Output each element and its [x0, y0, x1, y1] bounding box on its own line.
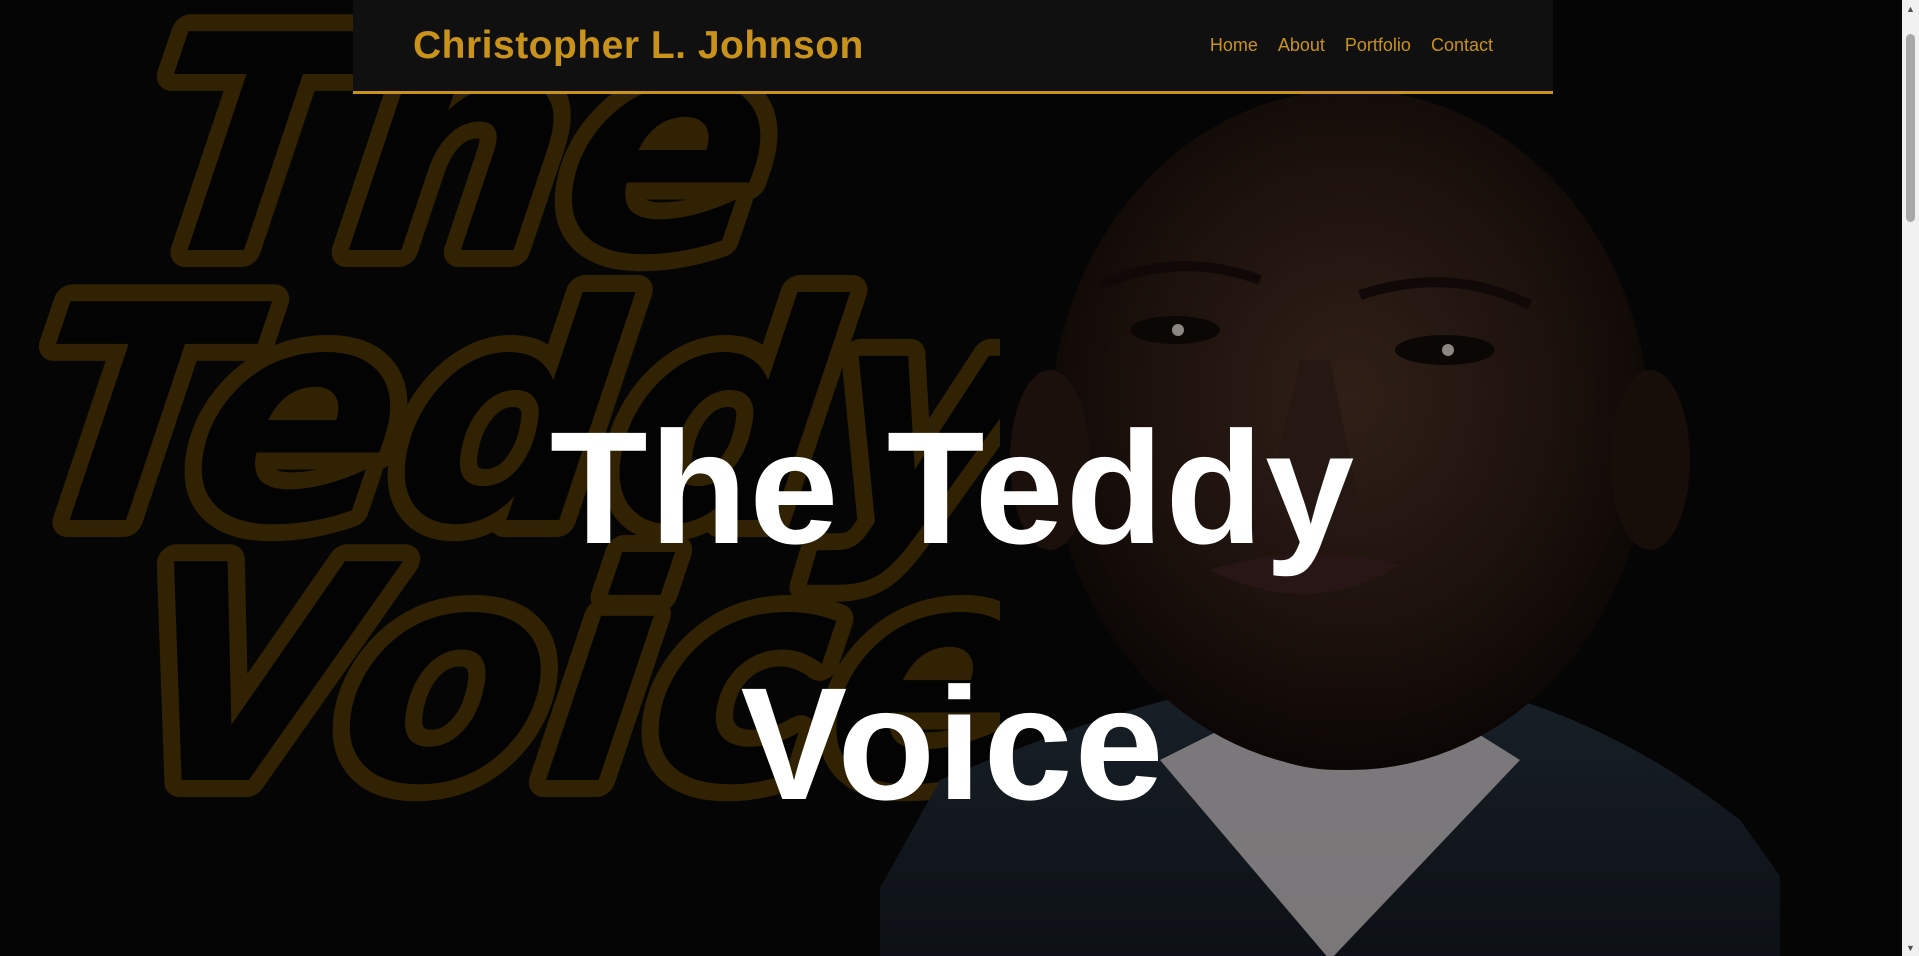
nav-link-about[interactable]: About: [1278, 35, 1325, 56]
page-scrollbar[interactable]: ▲ ▼: [1902, 0, 1919, 956]
brand-title[interactable]: Christopher L. Johnson: [413, 24, 864, 68]
scroll-thumb[interactable]: [1906, 34, 1915, 222]
scroll-up-icon[interactable]: ▲: [1902, 0, 1919, 17]
scroll-down-icon[interactable]: ▼: [1902, 939, 1919, 956]
hero-title-line-2: Voice: [740, 654, 1166, 833]
hero-title-line-1: The Teddy: [549, 398, 1357, 577]
nav-link-portfolio[interactable]: Portfolio: [1345, 35, 1411, 56]
page-viewport: The Teddy Voice Christopher L. Johnson H…: [0, 0, 1902, 956]
hero-title: The Teddy Voice: [353, 360, 1553, 872]
nav-link-home[interactable]: Home: [1210, 35, 1258, 56]
nav-link-contact[interactable]: Contact: [1431, 35, 1493, 56]
main-nav: Home About Portfolio Contact: [1210, 35, 1493, 56]
site-header: Christopher L. Johnson Home About Portfo…: [353, 0, 1553, 94]
